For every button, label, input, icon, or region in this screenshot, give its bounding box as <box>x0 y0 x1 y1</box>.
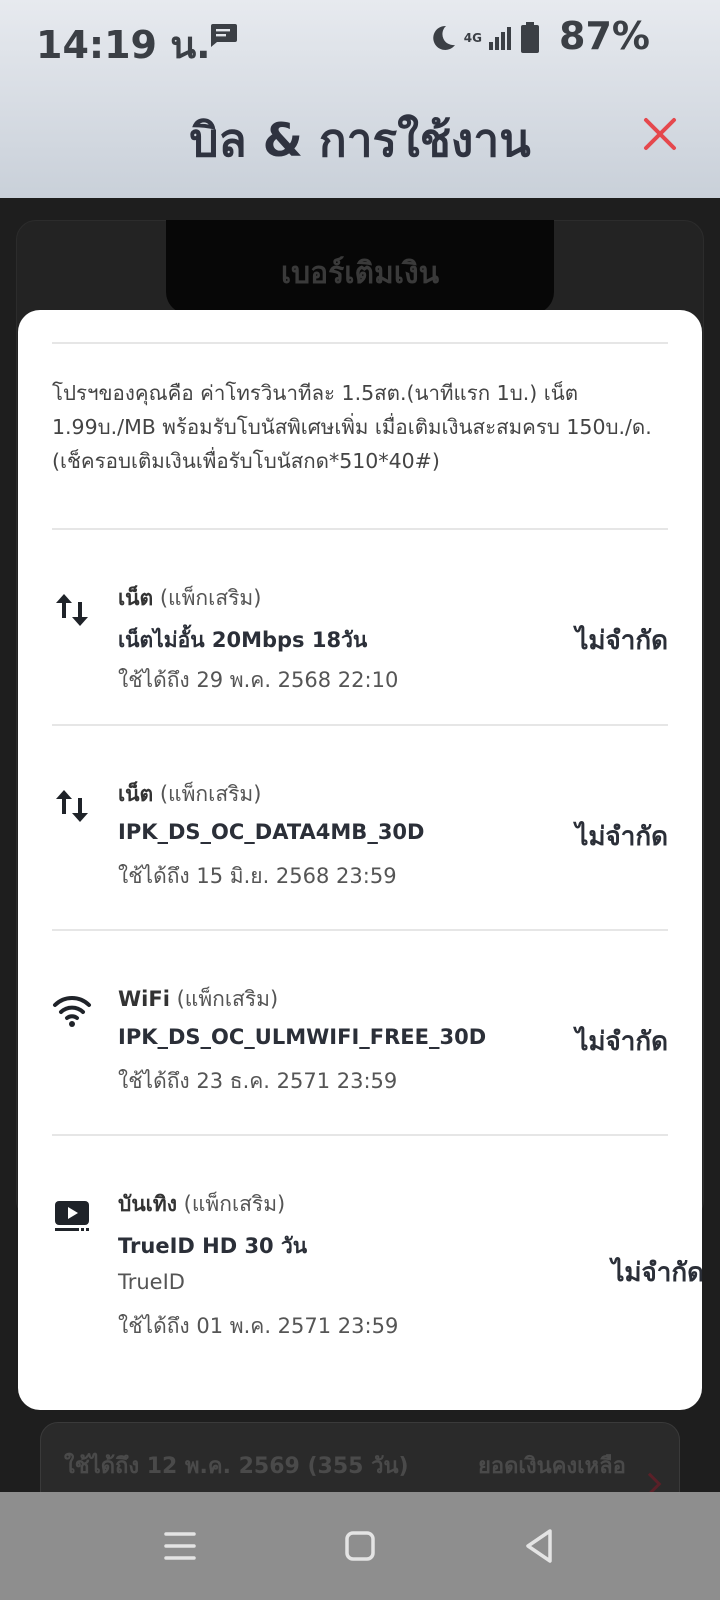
package-category-line: บันเทิง (แพ็กเสริม) <box>118 1188 285 1221</box>
package-item[interactable]: บันเทิง (แพ็กเสริม) TrueID HD 30 วัน Tru… <box>18 1134 702 1374</box>
promo-text: โปรฯของคุณคือ ค่าโทรวินาทีละ 1.5สต.(นาที… <box>52 381 652 473</box>
close-icon[interactable] <box>636 110 684 158</box>
status-icons: 4G <box>428 18 540 58</box>
package-tag: (แพ็กเสริม) <box>159 782 262 806</box>
package-category: เน็ต <box>118 586 154 610</box>
battery-percent: 87% <box>559 14 650 58</box>
battery-icon <box>521 22 539 53</box>
package-category-line: เน็ต (แพ็กเสริม) <box>118 778 261 811</box>
header: 14:19 น. 4G 87% บิล & การใช้งาน <box>0 0 720 198</box>
package-item[interactable]: WiFi (แพ็กเสริม) IPK_DS_OC_ULMWIFI_FREE_… <box>18 929 702 1129</box>
package-quota: ไม่จำกัด <box>611 1258 702 1288</box>
package-category: WiFi <box>118 987 170 1011</box>
package-expiry: ใช้ได้ถึง 01 พ.ค. 2571 23:59 <box>118 1314 399 1338</box>
package-expiry: ใช้ได้ถึง 29 พ.ค. 2568 22:10 <box>118 668 399 692</box>
recent-apps-icon[interactable] <box>156 1522 204 1570</box>
signal-icon <box>489 27 511 50</box>
package-name: เน็ตไม่อั้น 20Mbps 18วัน <box>118 628 368 652</box>
background-balance-label: ยอดเงินคงเหลือ <box>478 1454 626 1479</box>
moon-icon <box>433 25 455 50</box>
package-name: IPK_DS_OC_ULMWIFI_FREE_30D <box>118 1025 487 1049</box>
package-expiry: ใช้ได้ถึง 23 ธ.ค. 2571 23:59 <box>118 1069 398 1093</box>
divider <box>52 342 668 344</box>
data-arrows-icon <box>56 594 88 626</box>
background-tab-label: เบอร์เติมเงิน <box>280 256 440 291</box>
data-arrows-icon <box>56 790 88 822</box>
package-quota: ไม่จำกัด <box>575 822 668 852</box>
navigation-bar <box>0 1492 720 1600</box>
wifi-icon <box>53 995 91 1027</box>
package-category: เน็ต <box>118 782 154 806</box>
message-icon <box>211 24 237 47</box>
package-sheet: โปรฯของคุณคือ ค่าโทรวินาทีละ 1.5สต.(นาที… <box>18 310 702 1410</box>
home-icon[interactable] <box>336 1522 384 1570</box>
package-expiry: ใช้ได้ถึง 15 มิ.ย. 2568 23:59 <box>118 864 397 888</box>
package-category-line: เน็ต (แพ็กเสริม) <box>118 582 261 615</box>
package-name: TrueID HD 30 วัน <box>118 1234 308 1258</box>
package-category-line: WiFi (แพ็กเสริม) <box>118 983 278 1016</box>
package-name: IPK_DS_OC_DATA4MB_30D <box>118 820 425 844</box>
package-provider: TrueID <box>118 1270 185 1294</box>
status-time: 14:19 น. <box>36 23 211 67</box>
package-quota: ไม่จำกัด <box>575 1027 668 1057</box>
status-bar: 14:19 น. 4G 87% <box>0 0 720 76</box>
package-tag: (แพ็กเสริม) <box>176 987 279 1011</box>
package-tag: (แพ็กเสริม) <box>159 586 262 610</box>
package-category: บันเทิง <box>118 1192 177 1216</box>
page-title: บิล & การใช้งาน <box>189 113 531 167</box>
package-item[interactable]: เน็ต (แพ็กเสริม) เน็ตไม่อั้น 20Mbps 18วั… <box>18 528 702 728</box>
package-quota: ไม่จำกัด <box>575 626 668 656</box>
back-icon[interactable] <box>516 1522 564 1570</box>
package-tag: (แพ็กเสริม) <box>183 1192 286 1216</box>
background-expiry-text: ใช้ได้ถึง 12 พ.ค. 2569 (355 วัน) <box>64 1454 409 1479</box>
entertainment-play-icon <box>55 1201 89 1231</box>
network-type: 4G <box>463 31 482 45</box>
package-item[interactable]: เน็ต (แพ็กเสริม) IPK_DS_OC_DATA4MB_30D ใ… <box>18 724 702 924</box>
